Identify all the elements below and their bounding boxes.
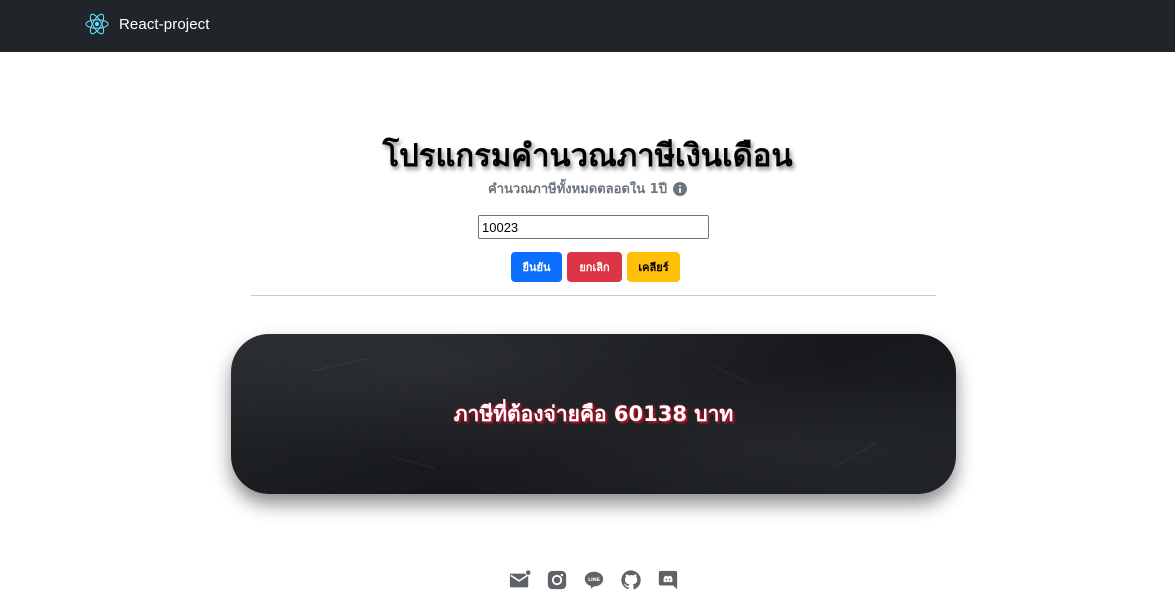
discord-link[interactable] bbox=[656, 568, 680, 592]
navbar-brand[interactable]: React-project bbox=[84, 10, 210, 38]
github-link[interactable] bbox=[619, 568, 643, 592]
subtitle-text: คำนวณภาษีทั้งหมดตลอดใน 1ปี bbox=[488, 182, 667, 197]
clear-button[interactable]: เคลียร์ bbox=[627, 252, 680, 282]
svg-text:LINE: LINE bbox=[588, 577, 600, 583]
brand-label: React-project bbox=[119, 15, 210, 33]
chalk-scratch bbox=[311, 357, 371, 372]
github-icon bbox=[621, 570, 641, 590]
page-title: โปรแกรมคำนวณภาษีเงินเดือน bbox=[382, 138, 793, 174]
chalk-scratch bbox=[712, 365, 750, 384]
line-link[interactable]: LINE bbox=[582, 568, 606, 592]
mail-icon bbox=[509, 569, 531, 588]
chalk-scratch bbox=[391, 456, 436, 469]
tax-result-text: ภาษีที่ต้องจ่ายคือ 60138 บาท bbox=[453, 401, 734, 426]
info-circle-icon[interactable] bbox=[672, 181, 687, 196]
confirm-button[interactable]: ยืนยัน bbox=[511, 252, 562, 282]
mail-link[interactable] bbox=[508, 568, 532, 592]
action-buttons: ยืนยัน ยกเลิก เคลียร์ bbox=[511, 252, 680, 282]
cancel-button[interactable]: ยกเลิก bbox=[567, 252, 622, 282]
instagram-icon bbox=[547, 570, 567, 590]
social-links: LINE bbox=[508, 568, 680, 592]
discord-icon bbox=[658, 570, 678, 590]
page-subtitle: คำนวณภาษีทั้งหมดตลอดใน 1ปี bbox=[0, 178, 1175, 199]
instagram-link[interactable] bbox=[545, 568, 569, 592]
section-divider bbox=[251, 295, 936, 296]
tax-result-card: ภาษีที่ต้องจ่ายคือ 60138 บาท bbox=[231, 334, 956, 494]
navbar: React-project bbox=[0, 0, 1175, 52]
salary-amount-input[interactable] bbox=[478, 215, 709, 239]
react-logo-icon bbox=[85, 13, 109, 35]
line-icon: LINE bbox=[584, 571, 604, 589]
chalk-scratch bbox=[834, 441, 878, 468]
